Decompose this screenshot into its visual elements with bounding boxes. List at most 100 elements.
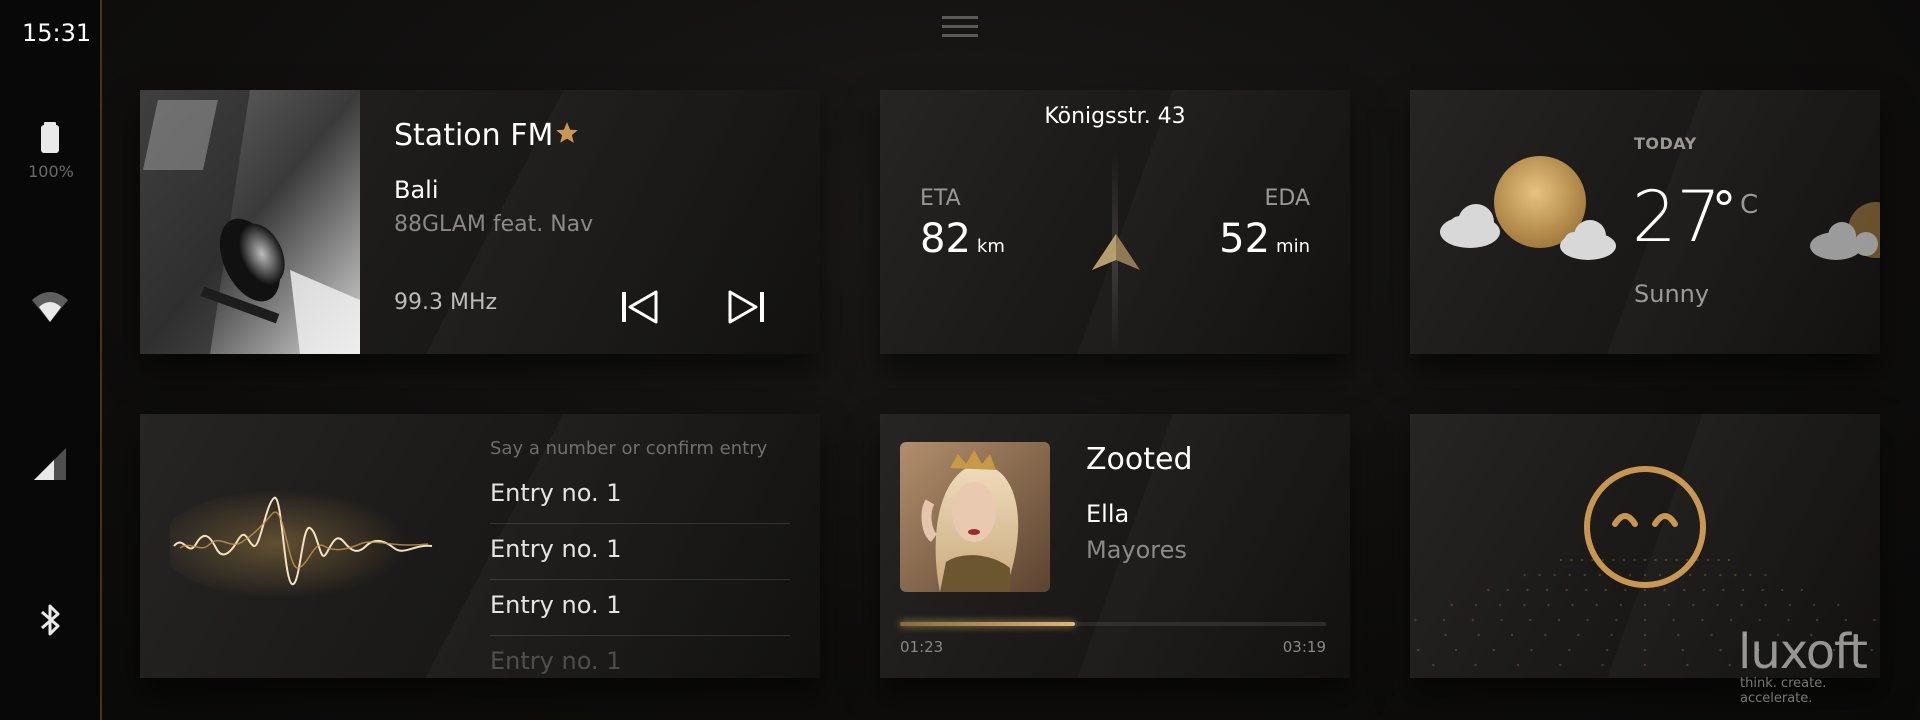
floor-dot [1873, 618, 1876, 622]
list-item[interactable]: Entry no. 1 [490, 524, 790, 580]
voice-assistant-widget[interactable]: Say a number or confirm entry Entry no. … [140, 414, 820, 678]
floor-dot [1471, 618, 1474, 622]
track-title: Zooted [1086, 442, 1193, 477]
radio-artist: 88GLAM feat. Nav [394, 212, 594, 237]
floor-dot [1586, 618, 1589, 622]
floor-dot [1571, 603, 1574, 607]
floor-dot [1530, 648, 1533, 652]
playback-progress-bar[interactable] [900, 622, 1326, 626]
brand-logo: luxoft think. create. accelerate. [1738, 624, 1898, 706]
weather-day: TODAY [1634, 134, 1697, 153]
floor-dot [1667, 603, 1671, 607]
previous-station-button[interactable] [618, 286, 660, 328]
floor-dot [1526, 588, 1529, 592]
current-time: 01:23 [900, 638, 944, 656]
eda-value: 52 min [1219, 216, 1310, 262]
battery-icon [41, 122, 59, 153]
floor-dot [1559, 663, 1562, 667]
floor-dot [1677, 633, 1680, 637]
floor-dot [1710, 633, 1713, 637]
brand-name: luxoft [1738, 624, 1868, 680]
floor-dot [1510, 633, 1514, 637]
floor-dot [1432, 663, 1435, 667]
floor-dot [1565, 588, 1568, 592]
music-widget[interactable]: Zooted Ella Mayores 01:23 03:19 [880, 414, 1350, 678]
floor-dot [1727, 558, 1731, 562]
floor-dot [1516, 663, 1520, 667]
floor-dot [1474, 663, 1477, 667]
track-album: Mayores [1086, 536, 1187, 564]
floor-dot [1719, 573, 1722, 577]
floor-dot [1800, 588, 1803, 592]
floor-dot [1816, 618, 1819, 622]
floor-dot [1568, 573, 1571, 577]
weather-condition: Sunny [1634, 280, 1710, 308]
floor-dot [1787, 618, 1790, 622]
floor-dot [1492, 648, 1495, 652]
weather-widget[interactable]: TODAY 27 ° C Sunny [1410, 90, 1880, 354]
floor-dot [1601, 663, 1604, 667]
floor-dot [1615, 618, 1618, 622]
next-station-button[interactable] [726, 286, 768, 328]
floor-dot [1741, 588, 1745, 592]
battery-percent: 100% [28, 162, 74, 181]
floor-dot [1523, 603, 1526, 607]
next-day-weather-icon[interactable] [1806, 200, 1880, 270]
floor-dot [1417, 648, 1420, 652]
floor-dot [1643, 603, 1647, 607]
signal-icon [34, 448, 66, 480]
floor-dot [1559, 558, 1563, 562]
floor-dot [1500, 618, 1503, 622]
list-item[interactable]: Entry no. 1 [490, 468, 790, 524]
floor-dot [1568, 648, 1571, 652]
floor-dot [1643, 633, 1647, 637]
floor-dot [1643, 618, 1647, 622]
entry-list: Entry no. 1 Entry no. 1 Entry no. 1 Entr… [490, 468, 790, 678]
list-item[interactable]: Entry no. 1 [490, 580, 790, 636]
floor-dot [1606, 648, 1609, 652]
eta-label: ETA [920, 186, 961, 211]
floor-dot [1701, 618, 1704, 622]
list-item[interactable]: Entry no. 1 [490, 636, 790, 678]
floor-dot [1734, 573, 1737, 577]
floor-dot [1444, 633, 1447, 637]
floor-dot [1474, 603, 1478, 607]
floor-dot [1610, 633, 1613, 637]
navigation-arrow-icon [1092, 234, 1140, 270]
navigation-widget[interactable]: Königsstr. 43 ETA EDA 82 km 52 min [880, 90, 1350, 354]
floor-dot [1729, 618, 1733, 622]
floor-dot [1788, 603, 1792, 607]
floor-dot [1477, 633, 1480, 637]
favorite-star-icon[interactable] [554, 120, 580, 146]
floor-dot [1719, 648, 1722, 652]
floor-dot [1442, 618, 1446, 622]
menu-icon[interactable] [942, 14, 978, 40]
floor-dot [1681, 648, 1684, 652]
floor-dot [1529, 618, 1532, 622]
floor-dot [1758, 618, 1761, 622]
floor-dot [1454, 648, 1458, 652]
floor-dot [1544, 633, 1547, 637]
destination-address: Königsstr. 43 [1044, 104, 1186, 129]
smiley-face-icon[interactable] [1582, 464, 1708, 590]
temperature-unit: C [1740, 190, 1759, 220]
floor-dot [1547, 603, 1550, 607]
floor-dot [1595, 603, 1598, 607]
floor-dot [1498, 603, 1502, 607]
floor-dot [1643, 648, 1647, 652]
total-time: 03:19 [1282, 638, 1326, 656]
wifi-icon [32, 292, 68, 322]
eda-label: EDA [1264, 186, 1310, 211]
floor-dot [1717, 558, 1720, 562]
status-bar: 15:31 100% [0, 0, 102, 720]
radio-widget[interactable]: Station FM Bali 88GLAM feat. Nav 99.3 MH… [140, 90, 820, 354]
radio-artwork [140, 90, 360, 354]
track-artist: Ella [1086, 500, 1130, 528]
floor-dot [1722, 588, 1725, 592]
floor-dot [1545, 588, 1549, 592]
floor-dot [1553, 573, 1556, 577]
floor-dot [1506, 588, 1509, 592]
brand-tagline: think. create. accelerate. [1740, 676, 1827, 706]
floor-dot [1414, 618, 1417, 622]
album-cover [900, 442, 1050, 592]
